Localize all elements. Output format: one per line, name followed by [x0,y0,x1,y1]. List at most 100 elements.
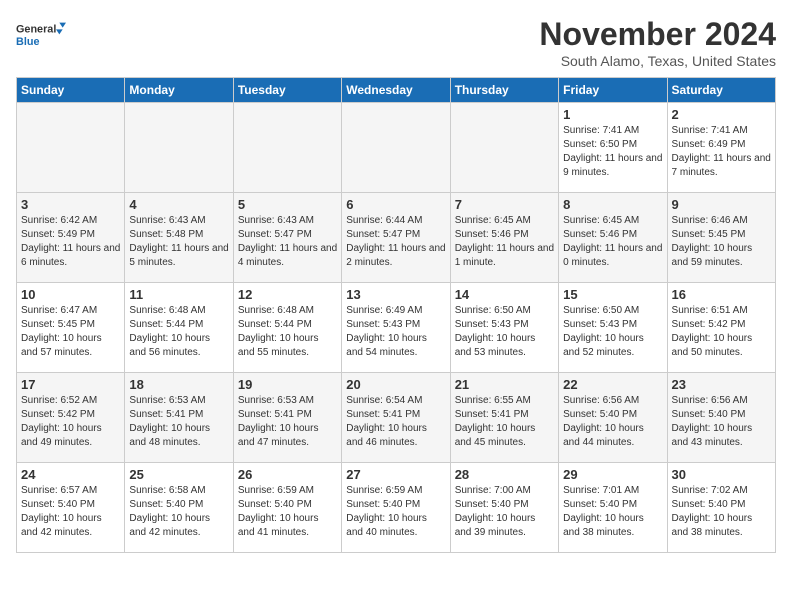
calendar-cell: 13 Sunrise: 6:49 AM Sunset: 5:43 PM Dayli… [342,283,450,373]
location: South Alamo, Texas, United States [539,53,776,69]
cell-text: Sunrise: 7:41 AM Sunset: 6:49 PM Dayligh… [672,124,771,180]
cell-text: Sunrise: 6:45 AM Sunset: 5:46 PM Dayligh… [455,214,554,270]
title-block: November 2024 South Alamo, Texas, United… [539,16,776,69]
calendar-cell: 4 Sunrise: 6:43 AM Sunset: 5:48 PM Daylig… [125,193,233,283]
calendar-week-row: 1 Sunrise: 7:41 AM Sunset: 6:50 PM Daylig… [17,103,776,193]
calendar-cell: 2Sunrise: 7:41 AM Sunset: 6:49 PM Daylig… [667,103,775,193]
day-number: 30 [672,467,771,482]
calendar-cell: 24Sunrise: 6:57 AM Sunset: 5:40 PM Dayli… [17,463,125,553]
calendar-week-row: 17 Sunrise: 6:52 AM Sunset: 5:42 PM Dayli… [17,373,776,463]
calendar-cell: 19 Sunrise: 6:53 AM Sunset: 5:41 PM Dayli… [233,373,341,463]
cell-text: Sunrise: 6:48 AM Sunset: 5:44 PM Dayligh… [129,304,228,360]
cell-text: Sunrise: 6:58 AM Sunset: 5:40 PM Dayligh… [129,484,228,540]
calendar-cell: 14 Sunrise: 6:50 AM Sunset: 5:43 PM Dayli… [450,283,558,373]
calendar-cell: 7Sunrise: 6:45 AM Sunset: 5:46 PM Daylig… [450,193,558,283]
day-number: 17 [21,377,120,392]
page-header: General Blue November 2024 South Alamo, … [16,16,776,69]
cell-text: Sunrise: 6:54 AM Sunset: 5:41 PM Dayligh… [346,394,445,450]
calendar-day-header: Sunday [17,78,125,103]
cell-text: Sunrise: 6:52 AM Sunset: 5:42 PM Dayligh… [21,394,120,450]
cell-text: Sunrise: 6:43 AM Sunset: 5:48 PM Dayligh… [129,214,228,270]
calendar-cell: 3 Sunrise: 6:42 AM Sunset: 5:49 PM Daylig… [17,193,125,283]
cell-text: Sunrise: 6:53 AM Sunset: 5:41 PM Dayligh… [238,394,337,450]
calendar-cell: 30 Sunrise: 7:02 AM Sunset: 5:40 PM Dayli… [667,463,775,553]
calendar-cell: 1 Sunrise: 7:41 AM Sunset: 6:50 PM Daylig… [559,103,667,193]
calendar-cell [125,103,233,193]
calendar-week-row: 3 Sunrise: 6:42 AM Sunset: 5:49 PM Daylig… [17,193,776,283]
day-number: 4 [129,197,228,212]
calendar-day-header: Wednesday [342,78,450,103]
day-number: 11 [129,287,228,302]
cell-text: Sunrise: 7:02 AM Sunset: 5:40 PM Dayligh… [672,484,771,540]
day-number: 13 [346,287,445,302]
calendar-cell: 8 Sunrise: 6:45 AM Sunset: 5:46 PM Daylig… [559,193,667,283]
cell-text: Sunrise: 6:56 AM Sunset: 5:40 PM Dayligh… [672,394,771,450]
day-number: 1 [563,107,662,122]
cell-text: Sunrise: 6:56 AM Sunset: 5:40 PM Dayligh… [563,394,662,450]
day-number: 8 [563,197,662,212]
day-number: 6 [346,197,445,212]
svg-text:General: General [16,24,56,36]
calendar-week-row: 10Sunrise: 6:47 AM Sunset: 5:45 PM Dayli… [17,283,776,373]
calendar-cell: 12Sunrise: 6:48 AM Sunset: 5:44 PM Dayli… [233,283,341,373]
calendar-cell: 22 Sunrise: 6:56 AM Sunset: 5:40 PM Dayli… [559,373,667,463]
cell-text: Sunrise: 7:01 AM Sunset: 5:40 PM Dayligh… [563,484,662,540]
calendar-cell: 28Sunrise: 7:00 AM Sunset: 5:40 PM Dayli… [450,463,558,553]
logo-svg: General Blue [16,16,66,56]
calendar-cell: 21Sunrise: 6:55 AM Sunset: 5:41 PM Dayli… [450,373,558,463]
logo: General Blue [16,16,66,56]
calendar-cell: 9 Sunrise: 6:46 AM Sunset: 5:45 PM Daylig… [667,193,775,283]
cell-text: Sunrise: 6:42 AM Sunset: 5:49 PM Dayligh… [21,214,120,270]
calendar-cell: 18Sunrise: 6:53 AM Sunset: 5:41 PM Dayli… [125,373,233,463]
day-number: 24 [21,467,120,482]
calendar-day-header: Thursday [450,78,558,103]
calendar-cell: 15Sunrise: 6:50 AM Sunset: 5:43 PM Dayli… [559,283,667,373]
calendar-cell: 11 Sunrise: 6:48 AM Sunset: 5:44 PM Dayli… [125,283,233,373]
calendar-cell: 5 Sunrise: 6:43 AM Sunset: 5:47 PM Daylig… [233,193,341,283]
day-number: 5 [238,197,337,212]
calendar-day-header: Tuesday [233,78,341,103]
calendar-cell: 23Sunrise: 6:56 AM Sunset: 5:40 PM Dayli… [667,373,775,463]
day-number: 29 [563,467,662,482]
calendar-cell: 16Sunrise: 6:51 AM Sunset: 5:42 PM Dayli… [667,283,775,373]
cell-text: Sunrise: 6:59 AM Sunset: 5:40 PM Dayligh… [346,484,445,540]
cell-text: Sunrise: 6:50 AM Sunset: 5:43 PM Dayligh… [455,304,554,360]
cell-text: Sunrise: 6:47 AM Sunset: 5:45 PM Dayligh… [21,304,120,360]
cell-text: Sunrise: 6:48 AM Sunset: 5:44 PM Dayligh… [238,304,337,360]
calendar-week-row: 24Sunrise: 6:57 AM Sunset: 5:40 PM Dayli… [17,463,776,553]
cell-text: Sunrise: 6:45 AM Sunset: 5:46 PM Dayligh… [563,214,662,270]
cell-text: Sunrise: 6:51 AM Sunset: 5:42 PM Dayligh… [672,304,771,360]
day-number: 19 [238,377,337,392]
cell-text: Sunrise: 6:50 AM Sunset: 5:43 PM Dayligh… [563,304,662,360]
day-number: 14 [455,287,554,302]
calendar-cell: 29 Sunrise: 7:01 AM Sunset: 5:40 PM Dayli… [559,463,667,553]
day-number: 9 [672,197,771,212]
calendar-header-row: SundayMondayTuesdayWednesdayThursdayFrid… [17,78,776,103]
calendar-cell [342,103,450,193]
day-number: 25 [129,467,228,482]
month-title: November 2024 [539,16,776,53]
day-number: 26 [238,467,337,482]
day-number: 22 [563,377,662,392]
cell-text: Sunrise: 6:44 AM Sunset: 5:47 PM Dayligh… [346,214,445,270]
cell-text: Sunrise: 7:41 AM Sunset: 6:50 PM Dayligh… [563,124,662,180]
calendar-table: SundayMondayTuesdayWednesdayThursdayFrid… [16,77,776,553]
calendar-day-header: Monday [125,78,233,103]
cell-text: Sunrise: 6:46 AM Sunset: 5:45 PM Dayligh… [672,214,771,270]
calendar-cell [17,103,125,193]
day-number: 27 [346,467,445,482]
day-number: 20 [346,377,445,392]
cell-text: Sunrise: 6:59 AM Sunset: 5:40 PM Dayligh… [238,484,337,540]
cell-text: Sunrise: 6:49 AM Sunset: 5:43 PM Dayligh… [346,304,445,360]
calendar-day-header: Friday [559,78,667,103]
day-number: 3 [21,197,120,212]
calendar-cell: 10Sunrise: 6:47 AM Sunset: 5:45 PM Dayli… [17,283,125,373]
calendar-cell [450,103,558,193]
day-number: 28 [455,467,554,482]
calendar-cell: 27 Sunrise: 6:59 AM Sunset: 5:40 PM Dayli… [342,463,450,553]
svg-text:Blue: Blue [16,36,39,48]
calendar-day-header: Saturday [667,78,775,103]
calendar-cell [233,103,341,193]
cell-text: Sunrise: 6:55 AM Sunset: 5:41 PM Dayligh… [455,394,554,450]
cell-text: Sunrise: 6:43 AM Sunset: 5:47 PM Dayligh… [238,214,337,270]
